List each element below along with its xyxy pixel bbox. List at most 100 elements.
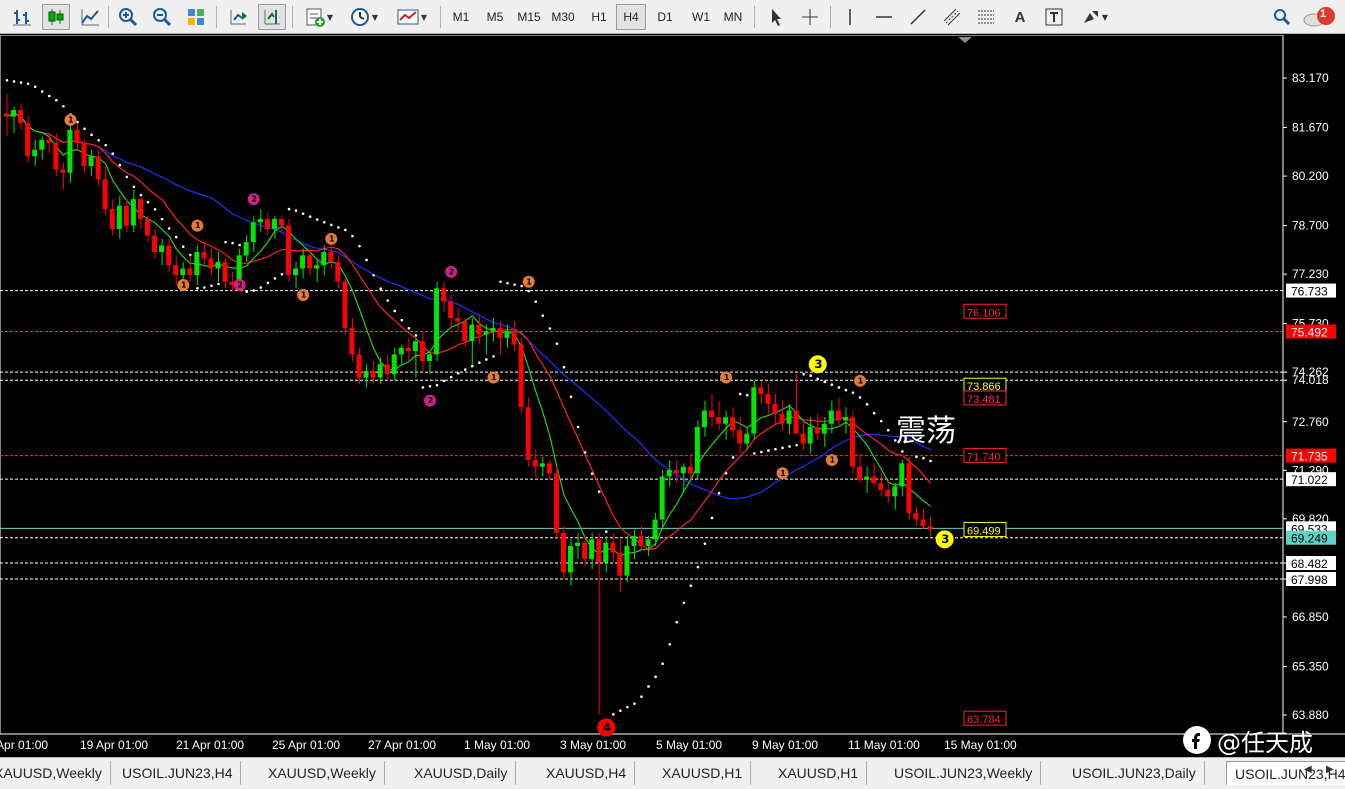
notifications-button[interactable]: 1 <box>1300 4 1340 30</box>
vertical-line-icon[interactable] <box>836 4 864 30</box>
sar-dot <box>837 386 841 389</box>
sar-dot <box>879 419 883 423</box>
timeframe-m15[interactable]: M15 <box>514 4 544 30</box>
price-axis-label: 81.670 <box>1292 121 1329 135</box>
tab-scroll-right-icon[interactable]: ▶ <box>1326 764 1334 775</box>
sar-dot <box>619 709 622 713</box>
price-chart[interactable]: 83.170 81.670 80.200 78.700 77.230 75.730 74.2… <box>0 34 1345 757</box>
chart-tab[interactable]: XAUUSD,Daily <box>406 761 517 785</box>
oscillation-annotation: 震荡 <box>896 414 956 449</box>
cursor-icon[interactable] <box>762 4 790 30</box>
sar-dot <box>322 220 326 224</box>
sar-dot <box>774 447 777 451</box>
timeframe-d1[interactable]: D1 <box>650 4 680 30</box>
candle-body <box>321 252 327 266</box>
sar-dot <box>203 286 206 289</box>
timeframe-mn[interactable]: MN <box>718 4 748 30</box>
auto-scroll-icon[interactable] <box>224 4 252 30</box>
wave-mark: 1 <box>68 115 73 124</box>
sar-dot <box>682 601 686 605</box>
chart-shift-marker-icon[interactable] <box>958 37 972 43</box>
sar-dot <box>781 446 784 450</box>
sar-dot <box>661 662 664 666</box>
search-icon[interactable] <box>1268 4 1296 30</box>
candle-body <box>737 430 743 444</box>
chart-shift-icon[interactable] <box>258 4 286 30</box>
wave-mark: 1 <box>301 290 306 299</box>
chart-tab[interactable]: USOIL.JUN23,H4 <box>114 761 242 785</box>
text-icon[interactable]: A <box>1006 4 1034 30</box>
zoom-out-icon[interactable] <box>148 4 176 30</box>
trendline-icon[interactable] <box>904 4 932 30</box>
sar-dot <box>597 490 601 493</box>
level-box-label: 71.740 <box>967 451 1001 463</box>
tab-scroll-left-icon[interactable]: ◀ <box>1304 764 1312 775</box>
chart-tab[interactable]: XAUUSD,Weekly <box>260 761 385 785</box>
candle-body <box>39 139 45 150</box>
wave-mark: 1 <box>195 221 200 230</box>
candle-body <box>603 542 609 563</box>
crosshair-icon[interactable] <box>796 4 824 30</box>
periods-menu[interactable]: ▼ <box>344 4 384 30</box>
line-chart-icon[interactable] <box>76 4 104 30</box>
candle-body <box>434 288 440 355</box>
chevron-down-icon: ▼ <box>420 12 428 22</box>
sar-dot <box>160 217 164 221</box>
sar-dot <box>506 281 509 285</box>
bar-chart-icon[interactable] <box>8 4 36 30</box>
timeframe-m30[interactable]: M30 <box>548 4 578 30</box>
candle-body <box>842 417 848 421</box>
zoom-in-icon[interactable] <box>114 4 142 30</box>
candle-body <box>920 519 926 527</box>
candle-body <box>349 327 355 355</box>
sar-dot <box>372 273 375 277</box>
price-axis-label: 77.230 <box>1292 267 1329 281</box>
candle-body <box>758 387 764 395</box>
tile-windows-icon[interactable] <box>182 4 210 30</box>
chart-tab[interactable]: XAUUSD,Weekly <box>0 761 111 785</box>
chart-tab[interactable]: XAUUSD,H4 <box>538 761 636 785</box>
equidistant-channel-icon[interactable] <box>938 4 966 30</box>
timeframe-h4[interactable]: H4 <box>616 4 646 30</box>
candle-body <box>518 344 524 408</box>
weibo-watermark: @任天成 <box>1183 722 1313 758</box>
sar-dot <box>745 393 749 397</box>
timeframe-m5[interactable]: M5 <box>480 4 510 30</box>
candle-body <box>899 463 905 487</box>
candlestick-icon[interactable] <box>42 4 70 30</box>
fibonacci-icon[interactable] <box>972 4 1000 30</box>
candle-body <box>476 324 482 335</box>
candle-body <box>293 268 299 276</box>
templates-menu[interactable]: ▼ <box>392 4 432 30</box>
candle-body <box>786 410 792 424</box>
wave-mark: 2 <box>237 281 242 290</box>
sar-dot <box>308 215 312 218</box>
candle-body <box>81 143 87 167</box>
candle-body <box>687 466 693 474</box>
sar-dot <box>5 79 9 82</box>
price-tag-label: 67.998 <box>1291 573 1328 587</box>
sar-dot <box>393 309 397 313</box>
chart-canvas[interactable]: 83.17081.67080.20078.70077.23075.73074.2… <box>0 34 1345 757</box>
candle-body <box>137 199 143 220</box>
chart-tab[interactable]: XAUUSD,H1 <box>770 761 868 785</box>
chart-tab[interactable]: USOIL.JUN23,Daily <box>1064 761 1205 785</box>
sar-dot <box>76 120 79 124</box>
weibo-logo-icon <box>1183 726 1211 754</box>
sar-dot <box>703 542 707 545</box>
text-label-icon[interactable] <box>1040 4 1068 30</box>
price-tag-label: 75.492 <box>1291 326 1328 340</box>
timeframe-m1[interactable]: M1 <box>446 4 476 30</box>
chart-tab[interactable]: XAUUSD,H1 <box>654 761 752 785</box>
timeframe-h1[interactable]: H1 <box>584 4 614 30</box>
sar-dot <box>795 443 798 447</box>
timeframe-w1[interactable]: W1 <box>686 4 716 30</box>
arrows-menu[interactable]: ▼ <box>1074 4 1114 30</box>
sar-dot <box>724 472 728 475</box>
indicators-menu[interactable]: ▼ <box>300 4 338 30</box>
sar-dot <box>922 456 925 460</box>
horizontal-line-icon[interactable] <box>870 4 898 30</box>
sar-dot <box>40 90 44 93</box>
time-axis-label: 19 Apr 01:00 <box>80 738 148 752</box>
chart-tab[interactable]: USOIL.JUN23,Weekly <box>886 761 1042 785</box>
